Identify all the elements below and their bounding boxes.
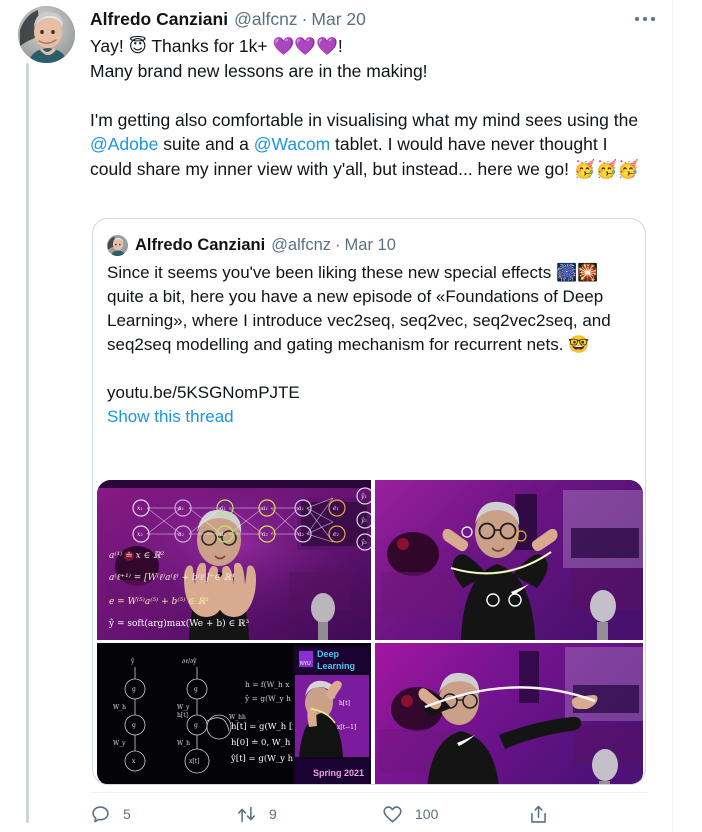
media-item-top-right[interactable] <box>375 480 643 640</box>
author-handle[interactable]: @alfcnz <box>234 8 297 30</box>
like-count: 100 <box>415 806 439 822</box>
media-grid: x₁ x₂ a₁ a₂ a₁ a₂ a₁ a₂ a₁ a₂ e₁ e₂ ŷ₁ ŷ₂ ŷ₃ a⁽¹… <box>97 480 643 784</box>
quoted-body-text: Since it seems you've been liking these … <box>107 263 611 354</box>
para2-part-a: I'm getting also comfortable in visualis… <box>90 109 639 130</box>
svg-text:e = W⁽⁵⁾a⁽⁵⁾ + b⁽⁵⁾ ∈ ℝ³: e = W⁽⁵⁾a⁽⁵⁾ + b⁽⁵⁾ ∈ ℝ³ <box>109 596 209 607</box>
reply-button[interactable]: 5 <box>90 799 236 829</box>
svg-text:Deep: Deep <box>317 649 340 659</box>
svg-text:ŷ: ŷ <box>130 658 135 665</box>
para2-part-b: suite and a <box>158 134 254 154</box>
media-item-top-left[interactable]: x₁ x₂ a₁ a₂ a₁ a₂ a₁ a₂ a₁ a₂ e₁ e₂ ŷ₁ ŷ₂ ŷ₃ a⁽¹… <box>97 480 371 640</box>
tweet-page: Alfredo Canziani @alfcnz · Mar 20 Yay! 😇… <box>0 0 702 832</box>
retweet-count: 9 <box>269 806 277 822</box>
svg-text:a₂: a₂ <box>220 531 227 538</box>
svg-text:x₂: x₂ <box>137 531 143 538</box>
avatar[interactable] <box>18 6 75 63</box>
quoted-tweet-body: Since it seems you've been liking these … <box>93 256 645 429</box>
author-name[interactable]: Alfredo Canziani <box>90 8 228 30</box>
quoted-tweet-date[interactable]: Mar 10 <box>345 235 396 256</box>
tweet-paragraph-2: I'm getting also comfortable in visualis… <box>90 108 650 182</box>
svg-text:ŷ₂: ŷ₂ <box>360 517 367 524</box>
heart-icon <box>382 804 403 825</box>
svg-text:W_y: W_y <box>177 704 190 711</box>
media-item-bottom-left[interactable]: xgg x[t] g g ŷ ∂ℓ/∂ŷ W_h W_y W_y W_h h[t] W_h… <box>97 643 371 784</box>
quoted-avatar[interactable] <box>107 235 128 256</box>
svg-text:a₁: a₁ <box>220 505 226 512</box>
svg-text:h[t]: h[t] <box>177 712 188 719</box>
action-bar: 5 9 100 <box>90 796 648 832</box>
svg-text:W_h: W_h <box>113 704 126 711</box>
svg-text:W_y: W_y <box>113 740 126 747</box>
reply-icon <box>90 804 111 825</box>
svg-text:a₂: a₂ <box>262 531 269 538</box>
svg-text:e₂: e₂ <box>333 531 340 538</box>
quoted-video-link[interactable]: youtu.be/5KSGNomPJTE <box>107 381 631 405</box>
thread-connector-line <box>26 63 29 823</box>
name-separator: · <box>301 9 308 29</box>
quoted-paragraph-gap <box>107 357 631 381</box>
reply-count: 5 <box>123 806 131 822</box>
quoted-name-separator: · <box>335 236 341 254</box>
author-avatar-column <box>18 6 76 63</box>
quoted-author-row: Alfredo Canziani @alfcnz · Mar 10 <box>93 219 645 256</box>
more-options-button[interactable] <box>628 8 662 30</box>
action-bar-divider <box>90 792 648 793</box>
svg-text:∂ℓ/∂ŷ: ∂ℓ/∂ŷ <box>182 658 197 665</box>
svg-text:g: g <box>132 722 136 729</box>
svg-text:e₁: e₁ <box>333 505 339 512</box>
show-this-thread-link[interactable]: Show this thread <box>107 405 631 429</box>
quoted-author-name[interactable]: Alfredo Canziani <box>135 235 265 256</box>
svg-text:a₁: a₁ <box>178 505 184 512</box>
mention-wacom[interactable]: @Wacom <box>254 134 330 154</box>
svg-text:ŷ₃: ŷ₃ <box>360 539 367 546</box>
retweet-button[interactable]: 9 <box>236 799 382 829</box>
svg-text:a₂: a₂ <box>178 531 185 538</box>
svg-text:g: g <box>194 722 198 729</box>
svg-text:g: g <box>132 686 136 693</box>
quoted-author-handle[interactable]: @alfcnz <box>271 235 331 256</box>
svg-text:a₁: a₁ <box>298 505 304 512</box>
like-button[interactable]: 100 <box>382 799 528 829</box>
ellipsis-icon <box>635 17 655 21</box>
svg-text:W_h: W_h <box>177 740 190 747</box>
svg-text:h[t]: h[t] <box>339 700 350 707</box>
tweet-date[interactable]: Mar 20 <box>311 8 365 30</box>
tweet-body: Yay! 😇 Thanks for 1k+ 💜💜💜! Many brand ne… <box>90 34 650 181</box>
svg-text:ŷ₁: ŷ₁ <box>360 493 367 500</box>
quoted-tweet-card[interactable]: Alfredo Canziani @alfcnz · Mar 10 Since … <box>92 218 646 785</box>
column-rule <box>672 0 673 832</box>
svg-text:Spring 2021: Spring 2021 <box>313 768 364 778</box>
svg-text:x₁: x₁ <box>137 505 143 512</box>
svg-text:g: g <box>194 686 198 693</box>
svg-text:a⁽ℓ⁺¹⁾ = [W⁽ℓ⁾a⁽ℓ⁾ + b⁽ℓ⁾]⁺∈ ℝ: a⁽ℓ⁺¹⁾ = [W⁽ℓ⁾a⁽ℓ⁾ + b⁽ℓ⁾]⁺∈ ℝ⁴ <box>109 572 235 583</box>
media-item-bottom-right[interactable] <box>375 643 643 784</box>
tweet-line-1: Yay! 😇 Thanks for 1k+ 💜💜💜! <box>90 36 343 56</box>
mention-adobe[interactable]: @Adobe <box>90 134 158 154</box>
tweet-line-2: Many brand new lessons are in the making… <box>90 60 428 81</box>
svg-text:a⁽¹⁾ ≐ x ∈ ℝ²: a⁽¹⁾ ≐ x ∈ ℝ² <box>109 550 165 561</box>
share-icon <box>528 804 549 825</box>
tweet-content: Alfredo Canziani @alfcnz · Mar 20 Yay! 😇… <box>90 0 672 181</box>
svg-text:NYU: NYU <box>300 661 311 667</box>
author-row: Alfredo Canziani @alfcnz · Mar 20 <box>90 0 672 30</box>
svg-text:a₁: a₁ <box>262 505 268 512</box>
svg-text:x[t]: x[t] <box>189 758 199 765</box>
retweet-icon <box>236 804 257 825</box>
svg-text:Learning: Learning <box>317 661 355 671</box>
svg-text:x[t−1]: x[t−1] <box>337 724 356 731</box>
svg-text:ŷ = soft(arg)max(We + b) ∈ ℝ³: ŷ = soft(arg)max(We + b) ∈ ℝ³ <box>108 618 250 629</box>
share-button[interactable] <box>528 799 588 829</box>
svg-text:W_hh: W_hh <box>229 714 246 721</box>
svg-text:a₂: a₂ <box>298 531 305 538</box>
